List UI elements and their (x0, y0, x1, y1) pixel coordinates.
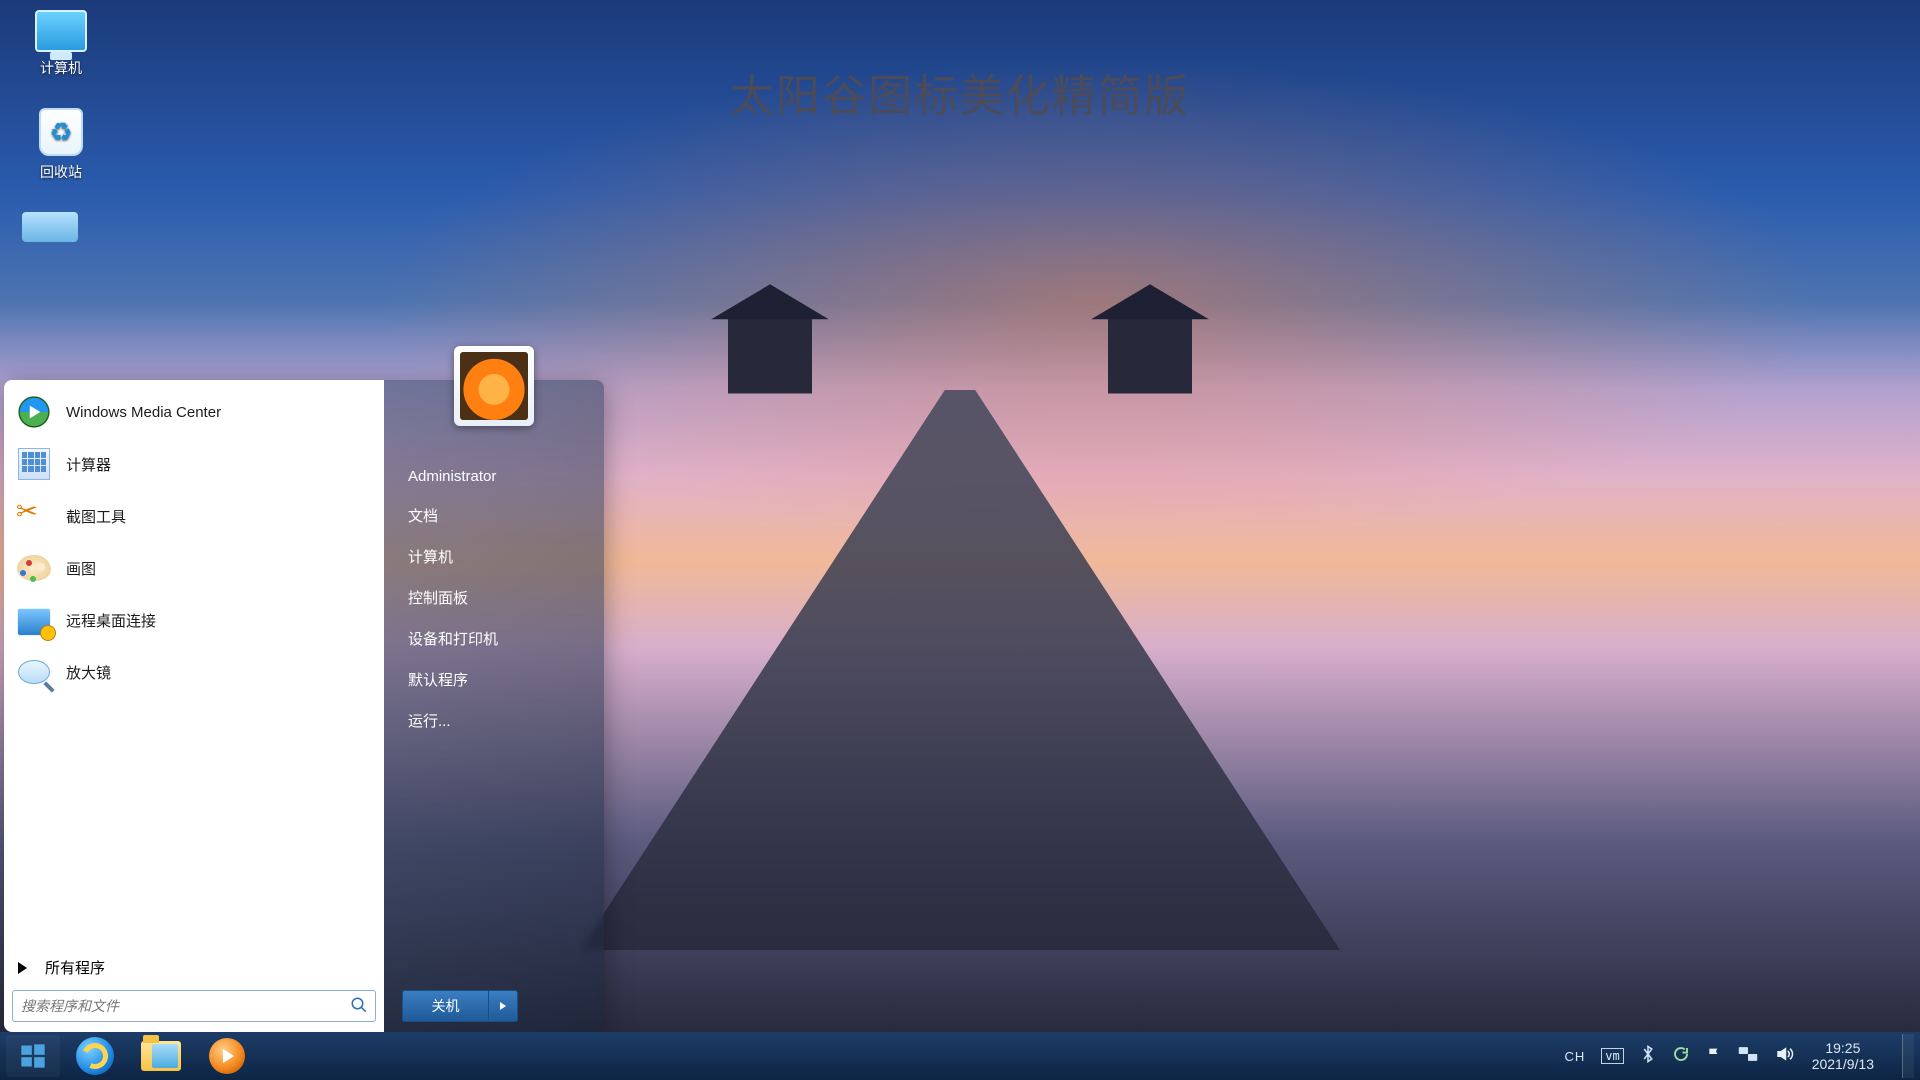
ie-icon (76, 1037, 114, 1075)
start-item-label: 远程桌面连接 (66, 610, 156, 631)
start-right-computer[interactable]: 计算机 (402, 536, 590, 577)
start-right-run[interactable]: 运行... (402, 700, 590, 741)
taskbar-item-explorer[interactable] (130, 1035, 192, 1077)
clock-date: 2021/9/13 (1812, 1056, 1874, 1072)
start-item-label: 计算器 (66, 454, 111, 475)
wmc-icon (16, 394, 52, 430)
start-menu-left-pane: Windows Media Center 计算器 截图工具 画图 远程桌面连接 (4, 380, 384, 1032)
volume-icon[interactable] (1774, 1045, 1794, 1068)
start-item-snipping-tool[interactable]: 截图工具 (8, 490, 380, 542)
clock-time: 19:25 (1812, 1040, 1874, 1056)
media-player-icon (209, 1038, 245, 1074)
start-item-label: 放大镜 (66, 662, 111, 683)
desktop-icon-recycle-bin[interactable]: 回收站 (16, 108, 106, 182)
taskbar: CH vm 19:25 2021/9/13 (0, 1032, 1920, 1080)
triangle-right-icon (500, 1002, 506, 1010)
start-item-remote-desktop[interactable]: 远程桌面连接 (8, 594, 380, 646)
shutdown-options-button[interactable] (488, 990, 518, 1022)
taskbar-item-ie[interactable] (64, 1035, 126, 1077)
start-right-devices-printers[interactable]: 设备和打印机 (402, 618, 590, 659)
tray-clock[interactable]: 19:25 2021/9/13 (1812, 1040, 1878, 1072)
start-button[interactable] (6, 1035, 60, 1077)
taskbar-item-media-player[interactable] (196, 1035, 258, 1077)
triangle-right-icon (18, 962, 27, 974)
desktop-icon-computer[interactable]: 计算机 (16, 10, 106, 78)
desktop-icon-partial[interactable] (22, 212, 78, 242)
start-right-documents[interactable]: 文档 (402, 495, 590, 536)
user-avatar[interactable] (454, 346, 534, 426)
start-item-label: Windows Media Center (66, 404, 221, 421)
start-item-calculator[interactable]: 计算器 (8, 438, 380, 490)
start-right-default-programs[interactable]: 默认程序 (402, 659, 590, 700)
search-input[interactable] (12, 990, 376, 1022)
magnifier-icon (16, 654, 52, 690)
start-item-label: 截图工具 (66, 506, 126, 527)
paint-icon (16, 550, 52, 586)
bluetooth-icon[interactable] (1640, 1044, 1656, 1069)
scissors-icon (16, 498, 52, 534)
ime-indicator[interactable]: CH (1564, 1049, 1585, 1064)
recycle-bin-icon (39, 108, 83, 156)
start-menu-right-pane: Administrator 文档 计算机 控制面板 设备和打印机 默认程序 运行… (384, 380, 604, 1032)
shutdown-button[interactable]: 关机 (402, 990, 488, 1022)
desktop[interactable]: 太阳谷图标美化精简版 计算机 回收站 Windows Media Center (0, 0, 1920, 1080)
windows-logo-icon (19, 1042, 47, 1070)
all-programs-label: 所有程序 (45, 957, 105, 978)
network-icon[interactable] (1738, 1045, 1758, 1068)
sync-icon[interactable] (1672, 1045, 1690, 1068)
start-item-paint[interactable]: 画图 (8, 542, 380, 594)
show-desktop-button[interactable] (1902, 1034, 1914, 1078)
desktop-icon-label: 回收站 (16, 162, 106, 182)
start-right-control-panel[interactable]: 控制面板 (402, 577, 590, 618)
start-right-user[interactable]: Administrator (402, 458, 590, 495)
start-item-wmc[interactable]: Windows Media Center (8, 386, 380, 438)
calculator-icon (16, 446, 52, 482)
monitor-icon (35, 10, 87, 52)
vm-tray-icon[interactable]: vm (1601, 1048, 1623, 1064)
start-item-magnifier[interactable]: 放大镜 (8, 646, 380, 698)
desktop-icon-label: 计算机 (16, 58, 106, 78)
start-item-label: 画图 (66, 558, 96, 579)
start-menu: Windows Media Center 计算器 截图工具 画图 远程桌面连接 (4, 380, 604, 1032)
remote-desktop-icon (16, 602, 52, 638)
search-icon[interactable] (350, 996, 368, 1019)
wallpaper-title: 太阳谷图标美化精简版 (0, 60, 1920, 124)
flag-icon[interactable] (1706, 1045, 1722, 1068)
all-programs-button[interactable]: 所有程序 (8, 949, 380, 990)
folder-icon (141, 1041, 181, 1071)
